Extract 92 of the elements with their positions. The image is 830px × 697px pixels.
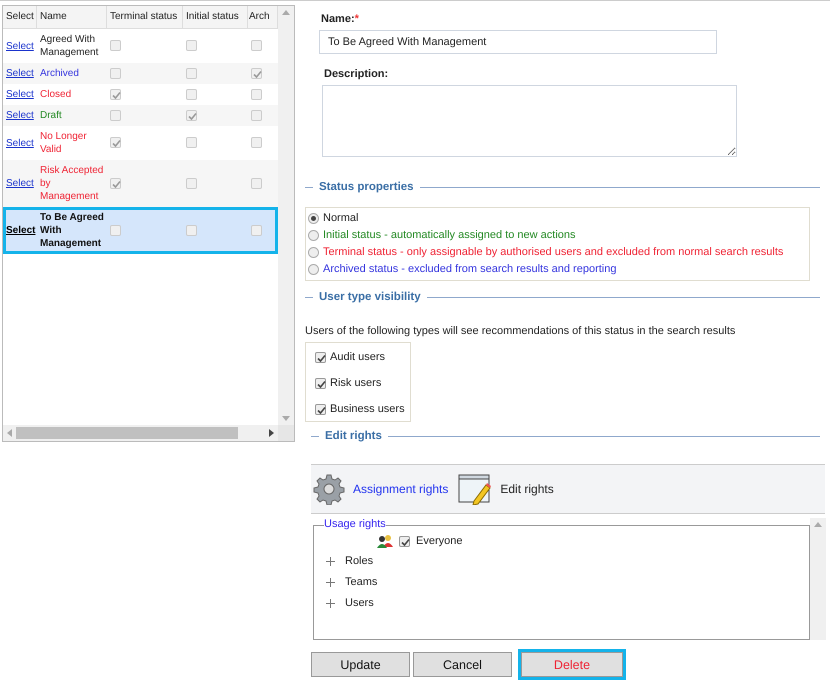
select-link[interactable]: Select — [6, 68, 34, 79]
description-label: Description: — [324, 68, 390, 80]
status-option-label[interactable]: Archived status - excluded from search results and reporting — [323, 262, 616, 277]
column-header: Select — [3, 6, 37, 29]
checkbox[interactable] — [399, 536, 410, 546]
checkbox[interactable] — [251, 178, 262, 189]
status-name: Draft — [40, 110, 62, 121]
usage-rights-title: Usage rights — [324, 518, 386, 530]
checkbox[interactable] — [110, 88, 121, 100]
rights-tab[interactable]: Assignment rights — [313, 473, 448, 505]
checkbox[interactable] — [110, 40, 121, 52]
table-row[interactable]: Select To Be Agreed With Management — [3, 207, 278, 254]
visibility-description: Users of the following types will see recommendations of this status in the search results — [305, 325, 736, 337]
checkbox[interactable] — [186, 110, 197, 121]
section-title: Status properties — [319, 181, 414, 193]
expand-icon[interactable] — [326, 578, 335, 586]
column-header: Arch — [248, 6, 278, 29]
name-label: Name:* — [321, 13, 359, 25]
status-name: Agreed With Management — [40, 34, 98, 58]
form-button[interactable]: Update — [311, 652, 410, 677]
checkbox[interactable] — [186, 178, 197, 189]
checkbox-label[interactable]: Audit users — [330, 351, 386, 363]
vertical-scrollbar[interactable] — [278, 6, 294, 425]
checkbox[interactable] — [110, 178, 121, 189]
status-name: Risk Accepted by Management — [40, 165, 104, 202]
rights-tab[interactable]: Edit rights — [458, 473, 554, 505]
column-header: Name — [37, 6, 107, 29]
status-name: Archived — [40, 68, 79, 79]
scrollbar-thumb[interactable] — [16, 427, 238, 439]
status-option-label[interactable]: Initial status - automatically assigned to new actions — [323, 228, 576, 243]
expand-icon[interactable] — [326, 598, 335, 608]
section-title: Edit rights — [325, 430, 382, 442]
tree-item[interactable]: Teams — [345, 574, 378, 590]
checkbox-label[interactable]: Risk users — [330, 377, 382, 389]
select-link[interactable]: Select — [6, 178, 34, 189]
checkbox[interactable] — [315, 404, 326, 414]
gear-icon — [313, 473, 345, 505]
section-title: User type visibility — [319, 291, 421, 303]
checkbox[interactable] — [315, 352, 326, 362]
status-option-label[interactable]: Terminal status - only assignable by authorised users and excluded from normal search results — [323, 245, 784, 260]
tree-item[interactable]: Everyone — [416, 535, 462, 547]
checkbox[interactable] — [110, 110, 121, 121]
status-option-label[interactable]: Normal — [323, 211, 358, 226]
checkbox[interactable] — [251, 88, 262, 100]
checkbox[interactable] — [186, 224, 197, 236]
checkbox[interactable] — [251, 68, 262, 79]
checkbox-label[interactable]: Business users — [330, 403, 405, 415]
select-link[interactable]: Select — [6, 110, 34, 121]
checkbox[interactable] — [110, 68, 121, 79]
radio-button[interactable] — [308, 230, 319, 241]
checkbox[interactable] — [251, 224, 262, 236]
status-name: Closed — [40, 89, 72, 100]
tree-item[interactable]: Users — [345, 595, 374, 611]
checkbox[interactable] — [186, 88, 197, 100]
scroll-left-icon[interactable] — [7, 429, 12, 437]
checkbox[interactable] — [186, 137, 197, 148]
select-link[interactable]: Select — [6, 225, 36, 236]
checkbox[interactable] — [110, 224, 121, 236]
status-name: No Longer Valid — [40, 131, 87, 155]
checkbox[interactable] — [186, 68, 197, 79]
users-icon — [377, 534, 393, 548]
description-field[interactable] — [322, 85, 737, 157]
scroll-up-icon[interactable] — [282, 10, 290, 15]
checkbox[interactable] — [110, 137, 121, 148]
checkbox[interactable] — [251, 137, 262, 148]
checkbox[interactable] — [186, 40, 197, 52]
scrollbar-corner — [278, 425, 294, 441]
tree-item[interactable]: Roles — [345, 553, 374, 569]
checkbox[interactable] — [251, 110, 262, 121]
select-link[interactable]: Select — [6, 89, 34, 100]
table-row[interactable]: Select Archived — [3, 63, 278, 84]
select-link[interactable]: Select — [6, 138, 34, 148]
radio-button[interactable] — [308, 264, 319, 275]
checkbox[interactable] — [315, 378, 326, 388]
radio-button[interactable] — [308, 213, 319, 224]
radio-button[interactable] — [308, 247, 319, 258]
name-field[interactable]: To Be Agreed With Management — [319, 30, 717, 54]
scroll-up-icon[interactable] — [814, 522, 822, 527]
column-header: Initial status — [183, 6, 248, 29]
checkbox[interactable] — [251, 40, 262, 52]
expand-icon[interactable] — [326, 556, 335, 566]
vertical-scrollbar[interactable] — [810, 518, 826, 640]
column-header: Terminal status — [107, 6, 183, 29]
form-button[interactable]: Cancel — [413, 652, 512, 677]
table-row[interactable]: Select Risk Accepted by Management — [3, 160, 278, 207]
table-row[interactable]: Select Draft — [3, 105, 278, 126]
select-link[interactable]: Select — [6, 40, 34, 52]
scroll-down-icon[interactable] — [282, 416, 290, 421]
edit-window-icon — [458, 473, 492, 505]
horizontal-scrollbar[interactable] — [3, 425, 278, 441]
scroll-right-icon[interactable] — [269, 429, 274, 437]
status-name: To Be Agreed With Management — [40, 212, 104, 249]
